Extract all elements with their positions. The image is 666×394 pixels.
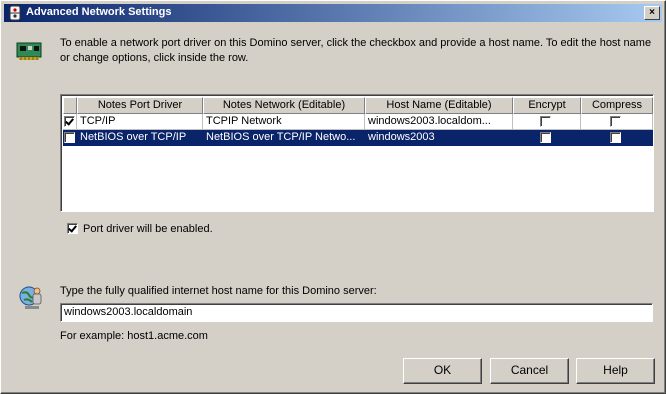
table-row[interactable]: TCP/IP TCPIP Network windows2003.localdo… — [63, 114, 653, 130]
port-driver-table[interactable]: Notes Port Driver Notes Network (Editabl… — [60, 94, 654, 212]
port-driver-cell[interactable]: TCP/IP — [77, 114, 203, 130]
network-cell[interactable]: NetBIOS over TCP/IP Netwo... — [203, 130, 365, 146]
row-enable-cell[interactable] — [63, 130, 77, 146]
network-card-icon — [16, 42, 42, 60]
host-name-example: For example: host1.acme.com — [60, 330, 208, 342]
port-driver-enabled-label[interactable]: Port driver will be enabled. — [83, 222, 213, 236]
column-header-host-name[interactable]: Host Name (Editable) — [365, 97, 513, 114]
column-header-network[interactable]: Notes Network (Editable) — [203, 97, 365, 114]
host-name-input[interactable]: windows2003.localdomain — [60, 303, 653, 322]
domino-icon — [9, 5, 21, 21]
row-enable-checkbox[interactable] — [64, 132, 75, 143]
column-header-port-driver[interactable]: Notes Port Driver — [77, 97, 203, 114]
column-header-compress[interactable]: Compress — [581, 97, 653, 114]
close-icon: × — [649, 7, 655, 18]
table-row[interactable]: NetBIOS over TCP/IP NetBIOS over TCP/IP … — [63, 130, 653, 146]
port-driver-enabled-checkbox[interactable] — [67, 223, 78, 234]
window-title: Advanced Network Settings — [26, 6, 172, 18]
compress-checkbox[interactable] — [610, 116, 621, 127]
row-enable-checkbox[interactable] — [64, 116, 75, 127]
encrypt-checkbox[interactable] — [540, 132, 551, 143]
advanced-network-settings-dialog: Advanced Network Settings × To enable a … — [0, 0, 666, 394]
column-header-encrypt[interactable]: Encrypt — [513, 97, 581, 114]
encrypt-checkbox[interactable] — [540, 116, 551, 127]
host-name-prompt: Type the fully qualified internet host n… — [60, 285, 377, 297]
compress-cell[interactable] — [581, 130, 653, 146]
row-enable-cell[interactable] — [63, 114, 77, 130]
ok-button[interactable]: OK — [403, 358, 482, 384]
globe-user-icon — [19, 286, 42, 309]
compress-cell[interactable] — [581, 114, 653, 130]
encrypt-cell[interactable] — [513, 114, 581, 130]
title-bar[interactable]: Advanced Network Settings × — [4, 4, 662, 22]
intro-text: To enable a network port driver on this … — [60, 37, 652, 64]
cancel-button[interactable]: Cancel — [490, 358, 569, 384]
encrypt-cell[interactable] — [513, 130, 581, 146]
host-name-cell[interactable]: windows2003 — [365, 130, 513, 146]
compress-checkbox[interactable] — [610, 132, 621, 143]
column-header-checkbox[interactable] — [63, 97, 77, 114]
help-button[interactable]: Help — [576, 358, 655, 384]
close-button[interactable]: × — [644, 6, 660, 20]
network-cell[interactable]: TCPIP Network — [203, 114, 365, 130]
table-header: Notes Port Driver Notes Network (Editabl… — [63, 97, 653, 114]
host-name-cell[interactable]: windows2003.localdom... — [365, 114, 513, 130]
port-driver-cell[interactable]: NetBIOS over TCP/IP — [77, 130, 203, 146]
